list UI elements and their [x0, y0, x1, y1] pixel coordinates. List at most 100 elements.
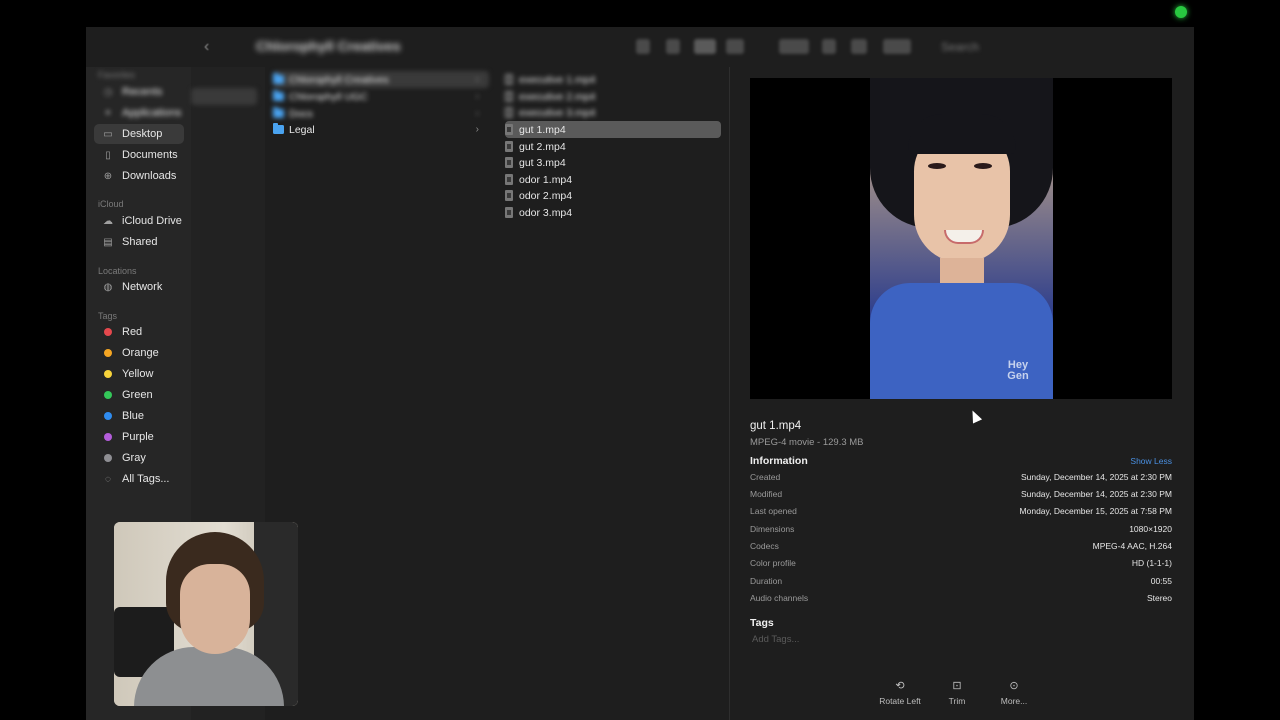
- sidebar-item-desktop[interactable]: ▭ Desktop: [94, 124, 184, 144]
- show-less-link[interactable]: Show Less: [1130, 456, 1172, 466]
- sidebar-section-icloud: iCloud: [98, 199, 124, 209]
- download-icon: ⊕: [103, 170, 113, 182]
- folder-icon: [273, 73, 284, 84]
- sidebar-tag-gray[interactable]: Gray: [94, 448, 184, 468]
- info-row-audio-channels: Audio channels Stereo: [750, 593, 1172, 603]
- info-row-last-opened: Last opened Monday, December 15, 2025 at …: [750, 506, 1172, 516]
- chevron-right-icon: ›: [475, 108, 479, 119]
- toolbar: ‹ Chlorophyll Creatives Search: [86, 27, 1194, 67]
- action-menu-icon[interactable]: [883, 39, 911, 54]
- add-tags-field[interactable]: Add Tags...: [752, 634, 799, 645]
- sidebar-item-applications[interactable]: ✦ Applications: [94, 103, 184, 123]
- list-item-gut-1[interactable]: gut 1.mp4: [505, 121, 721, 138]
- sidebar-item-recents[interactable]: ◷ Recents: [94, 82, 184, 102]
- video-file-icon: [505, 157, 513, 168]
- preview-file-name: gut 1.mp4: [750, 420, 802, 432]
- sidebar-tag-purple[interactable]: Purple: [94, 427, 184, 447]
- sidebar-section-favorites: Favorites: [98, 70, 136, 80]
- cloud-icon: ☁: [103, 215, 113, 227]
- shared-folder-icon: ▤: [103, 236, 113, 248]
- info-row-created: Created Sunday, December 14, 2025 at 2:30…: [750, 472, 1172, 482]
- sidebar-item-shared[interactable]: ▤ Shared: [94, 232, 184, 252]
- sidebar-tag-blue[interactable]: Blue: [94, 406, 184, 426]
- information-heading: Information: [750, 455, 808, 467]
- list-item-odor-2[interactable]: odor 2.mp4: [505, 187, 721, 204]
- network-icon: ◍: [103, 281, 113, 293]
- column-files: executive 1.mp4 executive 2.mp4 executiv…: [497, 67, 730, 720]
- list-item-gut-2[interactable]: gut 2.mp4: [505, 138, 721, 155]
- video-frame: Hey Gen: [870, 78, 1053, 399]
- list-item[interactable]: executive 1.mp4: [505, 71, 721, 88]
- chevron-right-icon: ›: [475, 91, 479, 102]
- tag-color-dot: [104, 454, 112, 462]
- rotate-left-icon: ⟲: [895, 680, 905, 692]
- recording-indicator: [1175, 6, 1187, 18]
- list-item-legal[interactable]: Legal ›: [273, 121, 489, 138]
- webcam-overlay: [114, 522, 298, 706]
- sidebar-tag-green[interactable]: Green: [94, 385, 184, 405]
- applications-icon: ✦: [103, 107, 113, 119]
- tags-heading: Tags: [750, 617, 774, 629]
- tag-color-dot: [104, 349, 112, 357]
- list-view-icon[interactable]: [666, 39, 680, 54]
- video-file-icon: [505, 91, 513, 102]
- list-item[interactable]: Chlorophyll Creatives ›: [273, 71, 489, 88]
- folder-icon: [273, 107, 284, 118]
- heygen-watermark: Hey Gen: [1007, 359, 1029, 382]
- sidebar-item-downloads[interactable]: ⊕ Downloads: [94, 166, 184, 186]
- column-view-icon[interactable]: [694, 39, 716, 54]
- rotate-left-button[interactable]: ⟲ Rotate Left: [870, 679, 930, 706]
- desktop-icon: ▭: [103, 128, 113, 140]
- sidebar-item-icloud-drive[interactable]: ☁ iCloud Drive: [94, 211, 184, 231]
- search-field[interactable]: Search: [941, 40, 979, 54]
- folder-icon: [273, 123, 284, 134]
- sidebar-item-all-tags[interactable]: ◌ All Tags...: [94, 469, 184, 489]
- clock-icon: ◷: [103, 86, 113, 98]
- sidebar-section-tags: Tags: [98, 311, 118, 321]
- tag-icon[interactable]: [851, 39, 867, 54]
- video-file-icon: [505, 141, 513, 152]
- folder-title: Chlorophyll Creatives: [256, 38, 401, 54]
- video-file-icon: [505, 107, 513, 118]
- video-file-icon: [505, 74, 513, 85]
- chevron-right-icon: ›: [475, 124, 479, 135]
- list-item[interactable]: executive 3.mp4: [505, 104, 721, 121]
- list-item[interactable]: Chlorophyll UGC ›: [273, 88, 489, 105]
- sidebar-item-documents[interactable]: ▯ Documents: [94, 145, 184, 165]
- share-icon[interactable]: [822, 39, 836, 54]
- sidebar-tag-red[interactable]: Red: [94, 322, 184, 342]
- info-row-color-profile: Color profile HD (1-1-1): [750, 558, 1172, 568]
- trim-icon: ⊡: [952, 680, 962, 692]
- list-item[interactable]: Docs ›: [273, 105, 489, 122]
- video-file-icon: [505, 174, 513, 185]
- sidebar-section-locations: Locations: [98, 266, 137, 276]
- column-folders: Chlorophyll Creatives › Chlorophyll UGC › …: [265, 67, 498, 720]
- sidebar-tag-orange[interactable]: Orange: [94, 343, 184, 363]
- tag-color-dot: [104, 433, 112, 441]
- list-item-gut-3[interactable]: gut 3.mp4: [505, 154, 721, 171]
- icon-view-icon[interactable]: [636, 39, 650, 54]
- list-item[interactable]: executive 2.mp4: [505, 88, 721, 105]
- video-file-icon: [505, 124, 513, 135]
- preview-pane: Hey Gen gut 1.mp4 MPEG-4 movie - 129.3 M…: [730, 67, 1194, 720]
- document-icon: ▯: [105, 149, 111, 161]
- tag-outline-icon: ◌: [105, 473, 111, 485]
- list-item-odor-1[interactable]: odor 1.mp4: [505, 171, 721, 188]
- group-icon[interactable]: [779, 39, 809, 54]
- video-file-icon: [505, 190, 513, 201]
- list-item-odor-3[interactable]: odor 3.mp4: [505, 204, 721, 221]
- chevron-right-icon: ›: [475, 74, 479, 85]
- more-icon: ⊙: [1009, 680, 1019, 692]
- back-arrow-icon[interactable]: ‹: [204, 38, 209, 56]
- info-row-codecs: Codecs MPEG-4 AAC, H.264: [750, 541, 1172, 551]
- more-button[interactable]: ⊙ More...: [984, 679, 1044, 706]
- folder-icon: [273, 90, 284, 101]
- sidebar-tag-yellow[interactable]: Yellow: [94, 364, 184, 384]
- trim-button[interactable]: ⊡ Trim: [927, 679, 987, 706]
- sidebar-item-network[interactable]: ◍ Network: [94, 277, 184, 297]
- list-item[interactable]: [191, 88, 257, 105]
- gallery-view-icon[interactable]: [726, 39, 744, 54]
- tag-color-dot: [104, 328, 112, 336]
- video-preview[interactable]: Hey Gen: [750, 78, 1172, 399]
- tag-color-dot: [104, 412, 112, 420]
